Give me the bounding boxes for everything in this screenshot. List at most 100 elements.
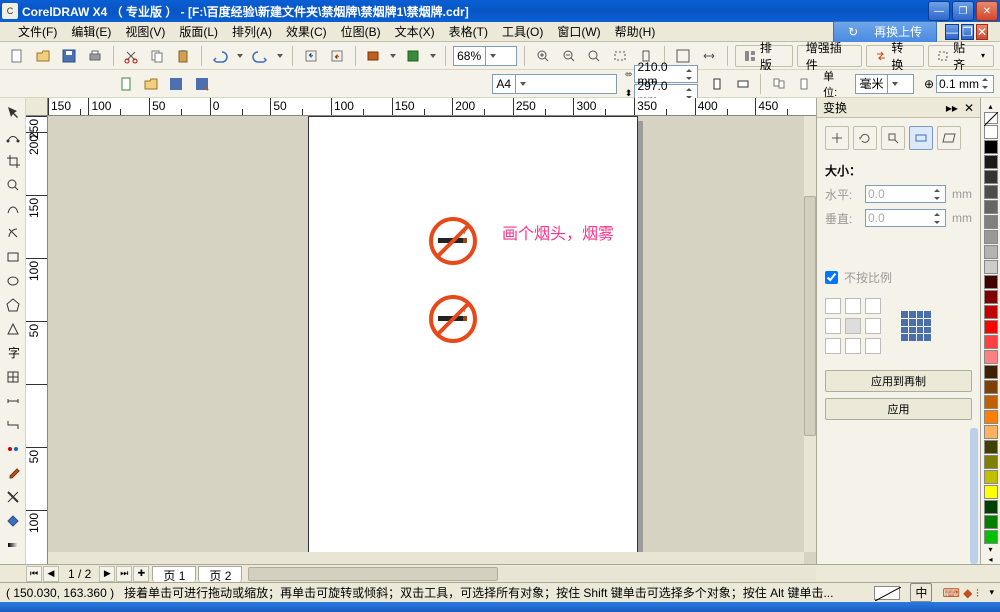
menu-table[interactable]: 表格(T): [443, 21, 494, 42]
close-button[interactable]: ✕: [976, 1, 998, 21]
open-doc-button[interactable]: [140, 73, 161, 95]
menu-tools[interactable]: 工具(O): [496, 21, 549, 42]
color-swatch[interactable]: [984, 455, 998, 469]
palette-flyout[interactable]: ◂: [984, 554, 998, 564]
new-button[interactable]: [6, 45, 28, 67]
color-swatch[interactable]: [984, 530, 998, 544]
canvas[interactable]: 画个烟头，烟雾: [48, 116, 804, 552]
rotate-tab[interactable]: [853, 126, 877, 150]
next-page-button[interactable]: ▶: [99, 566, 115, 582]
color-swatch[interactable]: [984, 320, 998, 334]
color-swatch[interactable]: [984, 395, 998, 409]
menu-edit[interactable]: 编辑(E): [65, 21, 117, 42]
docker-scrollbar[interactable]: [970, 428, 978, 564]
color-swatch[interactable]: [984, 230, 998, 244]
scale-tab[interactable]: [881, 126, 905, 150]
horizontal-size-input[interactable]: 0.0: [865, 185, 946, 203]
mdi-restore-button[interactable]: ❐: [961, 24, 974, 40]
palette-scroll-down[interactable]: ▾: [984, 545, 998, 555]
color-swatch[interactable]: [984, 500, 998, 514]
menu-window[interactable]: 窗口(W): [551, 21, 606, 42]
zoom-in-button[interactable]: [532, 45, 554, 67]
landscape-button[interactable]: [732, 73, 753, 95]
freehand-tool[interactable]: [2, 198, 24, 220]
fill-indicator[interactable]: [874, 586, 900, 600]
docker-title[interactable]: 变换 ▸▸✕: [817, 98, 980, 118]
mdi-minimize-button[interactable]: —: [945, 24, 959, 40]
color-swatch[interactable]: [984, 335, 998, 349]
interactive-tool[interactable]: [2, 438, 24, 460]
redo-button[interactable]: [249, 45, 271, 67]
plugin-button[interactable]: 增强插件: [797, 45, 863, 67]
eyedropper-tool[interactable]: [2, 462, 24, 484]
page-tab-1[interactable]: 页 1: [152, 566, 196, 582]
ruler-origin[interactable]: [26, 98, 48, 116]
menu-layout[interactable]: 版面(L): [173, 21, 224, 42]
zoom-all-button[interactable]: [609, 45, 631, 67]
position-tab[interactable]: [825, 126, 849, 150]
smart-draw-tool[interactable]: [2, 222, 24, 244]
color-swatch[interactable]: [984, 275, 998, 289]
print-button[interactable]: [84, 45, 106, 67]
color-swatch[interactable]: [984, 290, 998, 304]
color-swatch[interactable]: [984, 470, 998, 484]
vertical-scrollbar[interactable]: [804, 116, 816, 552]
ime-icons[interactable]: ⌨ ◆ ⁝: [942, 586, 979, 600]
zoom-width-button[interactable]: [698, 45, 720, 67]
app-launcher-button[interactable]: [363, 45, 385, 67]
docker-collapse-icon[interactable]: ▸▸: [946, 101, 958, 115]
last-page-button[interactable]: ⏭: [116, 566, 132, 582]
color-swatch[interactable]: [984, 485, 998, 499]
fill-tool[interactable]: [2, 510, 24, 532]
ellipse-tool[interactable]: [2, 270, 24, 292]
layout-button[interactable]: 排版: [735, 45, 793, 67]
text-tool[interactable]: 字: [2, 342, 24, 364]
portrait-button[interactable]: [706, 73, 727, 95]
open-button[interactable]: [32, 45, 54, 67]
minimize-button[interactable]: —: [928, 1, 950, 21]
paste-button[interactable]: [172, 45, 194, 67]
saveas-button[interactable]: [191, 73, 212, 95]
connector-tool[interactable]: [2, 414, 24, 436]
menu-arrange[interactable]: 排列(A): [226, 21, 278, 42]
color-swatch[interactable]: [984, 515, 998, 529]
color-swatch[interactable]: [984, 260, 998, 274]
prev-page-button[interactable]: ◀: [43, 566, 59, 582]
mdi-close-button[interactable]: ✕: [976, 24, 988, 40]
ime-indicator[interactable]: 中: [910, 583, 932, 602]
undo-button[interactable]: [209, 45, 231, 67]
undo-dropdown[interactable]: [235, 45, 245, 67]
ruler-horizontal[interactable]: 150 100 50 0 50 100 150 200 250 300 350 …: [48, 98, 816, 116]
menu-effects[interactable]: 效果(C): [280, 21, 333, 42]
zoom-combo[interactable]: 68%: [453, 46, 517, 66]
menu-text[interactable]: 文本(X): [389, 21, 441, 42]
color-swatch[interactable]: [984, 170, 998, 184]
save-button[interactable]: [58, 45, 80, 67]
color-swatch[interactable]: [984, 380, 998, 394]
import-button[interactable]: [300, 45, 322, 67]
menu-help[interactable]: 帮助(H): [609, 21, 662, 42]
snap-button[interactable]: 贴齐▾: [928, 45, 994, 67]
copy-button[interactable]: [146, 45, 168, 67]
add-page-button[interactable]: ✚: [133, 566, 149, 582]
no-smoking-symbol-2[interactable]: [428, 294, 478, 344]
menu-view[interactable]: 视图(V): [119, 21, 171, 42]
anchor-grid[interactable]: [825, 298, 881, 354]
units-combo[interactable]: 毫米: [855, 74, 913, 94]
ruler-vertical[interactable]: 250 200 150 100 50 50 100: [26, 116, 48, 564]
menu-file[interactable]: 文件(F): [12, 21, 63, 42]
convert-button[interactable]: 转换: [866, 45, 924, 67]
color-swatch[interactable]: [984, 425, 998, 439]
current-page-button[interactable]: [794, 73, 815, 95]
zoom-out-button[interactable]: [558, 45, 580, 67]
outline-tool[interactable]: [2, 486, 24, 508]
dimension-tool[interactable]: [2, 390, 24, 412]
rectangle-tool[interactable]: [2, 246, 24, 268]
basic-shapes-tool[interactable]: [2, 318, 24, 340]
new-doc-button[interactable]: [115, 73, 136, 95]
color-swatch[interactable]: [984, 305, 998, 319]
redo-dropdown[interactable]: [275, 45, 285, 67]
shape-tool[interactable]: [2, 126, 24, 148]
color-swatch[interactable]: [984, 215, 998, 229]
menu-bitmap[interactable]: 位图(B): [335, 21, 387, 42]
